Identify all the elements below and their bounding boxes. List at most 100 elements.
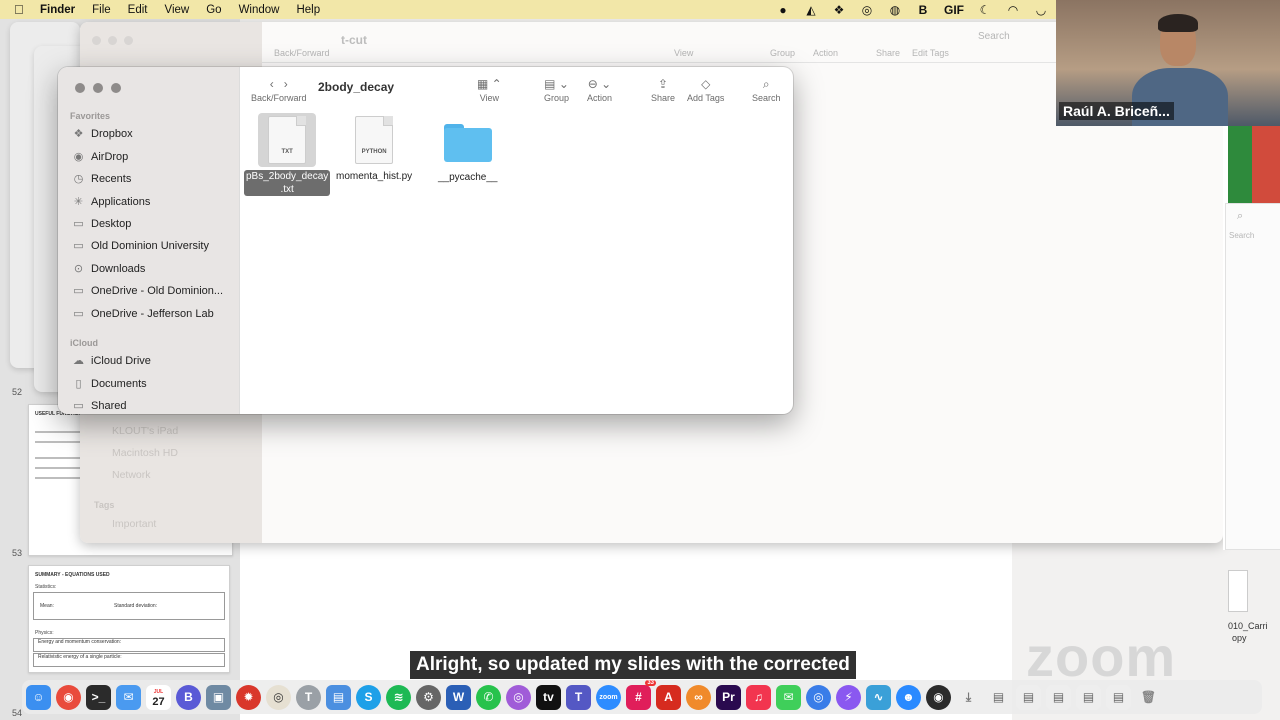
right-file-icon[interactable]	[1228, 570, 1248, 612]
messenger-dock-icon[interactable]: ⚡	[836, 684, 861, 710]
file-item-python[interactable]: PYTHON momenta_hist.py	[336, 116, 412, 182]
sidebar-item-shared[interactable]: ▭ Shared	[72, 397, 126, 414]
downloads-stack-icon[interactable]: ⤓	[956, 685, 981, 710]
creative-cloud-dock-icon[interactable]: ∞	[686, 684, 711, 710]
moon-icon[interactable]: ☾	[978, 3, 992, 17]
minimize-icon[interactable]	[108, 36, 117, 45]
sidebar-item-macintosh-hd[interactable]: Macintosh HD	[112, 447, 178, 459]
menu-go[interactable]: Go	[206, 4, 221, 16]
menu-edit[interactable]: Edit	[128, 4, 148, 16]
background-search[interactable]: Search	[978, 31, 1010, 42]
file-item-txt[interactable]: TXT pBs_2body_decay .txt	[244, 113, 331, 196]
background-group[interactable]: Group	[770, 48, 795, 58]
music-dock-icon[interactable]: ♫	[746, 684, 771, 710]
sidebar-item-downloads[interactable]: ⊙ Downloads	[72, 260, 146, 278]
globe-icon[interactable]: ◍	[888, 3, 902, 17]
right-search-icon[interactable]: ⌕	[1237, 210, 1243, 223]
acrobat-dock-icon[interactable]: A	[656, 684, 681, 710]
menu-app-name[interactable]: Finder	[40, 4, 75, 16]
teams-dock-icon[interactable]: T	[566, 684, 591, 710]
background-share[interactable]: Share	[876, 48, 900, 58]
preview-dock-icon[interactable]: ▣	[206, 684, 231, 710]
creative-cloud-icon[interactable]: ◎	[860, 3, 874, 17]
sidebar-item-icloud-drive[interactable]: ☁ iCloud Drive	[72, 352, 151, 370]
dropbox-icon[interactable]: ❖	[832, 3, 846, 17]
background-view[interactable]: View	[674, 48, 693, 58]
system-preferences-dock-icon[interactable]: ⚙	[416, 684, 441, 710]
close-icon[interactable]	[92, 36, 101, 45]
sidebar-tag-important[interactable]: Important	[112, 518, 156, 530]
chrome-dock-icon[interactable]: ◉	[56, 684, 81, 710]
folder-item-pycache[interactable]: __pycache__	[438, 116, 498, 183]
trash-icon[interactable]: 🗑	[1136, 685, 1161, 710]
sidebar-item-old-dominion[interactable]: ▭ Old Dominion University	[72, 237, 209, 255]
gif-icon[interactable]: GIF	[944, 3, 964, 17]
document-stack-icon[interactable]: ▤	[1046, 684, 1071, 710]
bt-icon[interactable]: B	[916, 3, 930, 17]
menu-window[interactable]: Window	[239, 4, 280, 16]
group-button[interactable]: ▤ ⌄ Group	[544, 75, 569, 103]
spotify-dock-icon[interactable]: ≋	[386, 684, 411, 710]
podcasts-dock-icon[interactable]: ◎	[506, 684, 531, 710]
screen-share-dock-icon[interactable]: ◎	[806, 684, 831, 710]
zoom-dock-icon[interactable]: zoom	[596, 684, 621, 710]
wifi-icon[interactable]: ◡	[1034, 3, 1048, 17]
keynote-dock-icon[interactable]: ▤	[326, 684, 351, 710]
quicktime-dock-icon[interactable]: ◉	[926, 684, 951, 710]
back-forward-button[interactable]: ‹ › Back/Forward	[251, 75, 307, 103]
toolbar-label: Search	[752, 93, 781, 103]
sidebar-item-desktop[interactable]: ▭ Desktop	[72, 215, 131, 233]
sidebar-item-recents[interactable]: ◷ Recents	[72, 170, 132, 188]
action-button[interactable]: ⊖ ⌄ Action	[587, 75, 612, 103]
tex-dock-icon[interactable]: T	[296, 684, 321, 710]
word-dock-icon[interactable]: W	[446, 684, 471, 710]
view-button[interactable]: ▦ ⌃ View	[477, 75, 502, 103]
appletv-dock-icon[interactable]: tv	[536, 684, 561, 710]
mail-dock-icon[interactable]: ✉	[116, 684, 141, 710]
search-button[interactable]: ⌕ Search	[752, 75, 781, 103]
menu-help[interactable]: Help	[296, 4, 320, 16]
settings-gear-dock-icon[interactable]: ✹	[236, 684, 261, 710]
record-icon[interactable]: ●	[776, 3, 790, 17]
document-stack-icon[interactable]: ▤	[1076, 684, 1101, 710]
zoom-icon[interactable]	[124, 36, 133, 45]
calendar-dock-icon[interactable]: JUL 27	[146, 684, 171, 710]
premiere-dock-icon[interactable]: Pr	[716, 684, 741, 710]
headphones-icon[interactable]: ◠	[1006, 3, 1020, 17]
texpad-dock-icon[interactable]: ◎	[266, 684, 291, 710]
close-icon[interactable]	[75, 83, 85, 93]
share-button[interactable]: ⇪ Share	[651, 75, 675, 103]
activity-dock-icon[interactable]: ∿	[866, 684, 891, 710]
finder-dock-icon[interactable]: ☺	[26, 684, 51, 710]
sidebar-item-ipad[interactable]: KLOUT's iPad	[112, 425, 178, 437]
sidebar-item-network[interactable]: Network	[112, 469, 151, 481]
background-back-forward[interactable]: Back/Forward	[274, 48, 330, 58]
background-edit-tags[interactable]: Edit Tags	[912, 48, 949, 58]
background-action[interactable]: Action	[813, 48, 838, 58]
sidebar-item-onedrive-odu[interactable]: ▭ OneDrive - Old Dominion...	[72, 282, 223, 300]
folder-icon: ▭	[73, 217, 84, 230]
whatsapp-dock-icon[interactable]: ✆	[476, 684, 501, 710]
minimize-icon[interactable]	[93, 83, 103, 93]
messages-dock-icon[interactable]: ✉	[776, 684, 801, 710]
menu-file[interactable]: File	[92, 4, 111, 16]
skype-dock-icon[interactable]: S	[356, 684, 381, 710]
document-stack-icon[interactable]: ▤	[986, 684, 1011, 710]
sidebar-item-onedrive-jlab[interactable]: ▭ OneDrive - Jefferson Lab	[72, 305, 213, 323]
zoom-icon[interactable]	[111, 83, 121, 93]
add-tags-button[interactable]: ◇ Add Tags	[687, 75, 724, 103]
terminal-dock-icon[interactable]: >_	[86, 684, 111, 710]
apple-icon[interactable]: 	[14, 2, 28, 17]
slide-thumb-54[interactable]: SUMMARY - EQUATIONS USED Statistics: Mea…	[28, 565, 230, 673]
slack-dock-icon[interactable]: #33	[626, 679, 656, 710]
menu-view[interactable]: View	[165, 4, 190, 16]
sidebar-item-airdrop[interactable]: ◉ AirDrop	[72, 148, 129, 166]
sidebar-item-applications[interactable]: ✳ Applications	[72, 193, 150, 211]
sidebar-item-documents[interactable]: ▯ Documents	[72, 375, 146, 393]
status-app-icon[interactable]: ◭	[804, 3, 818, 17]
chat-dock-icon[interactable]: ☻	[896, 684, 921, 710]
document-stack-icon[interactable]: ▤	[1106, 684, 1131, 710]
sidebar-item-dropbox[interactable]: ❖ Dropbox	[72, 125, 133, 143]
bbedit-dock-icon[interactable]: B	[176, 684, 201, 710]
document-stack-icon[interactable]: ▤	[1016, 684, 1041, 710]
